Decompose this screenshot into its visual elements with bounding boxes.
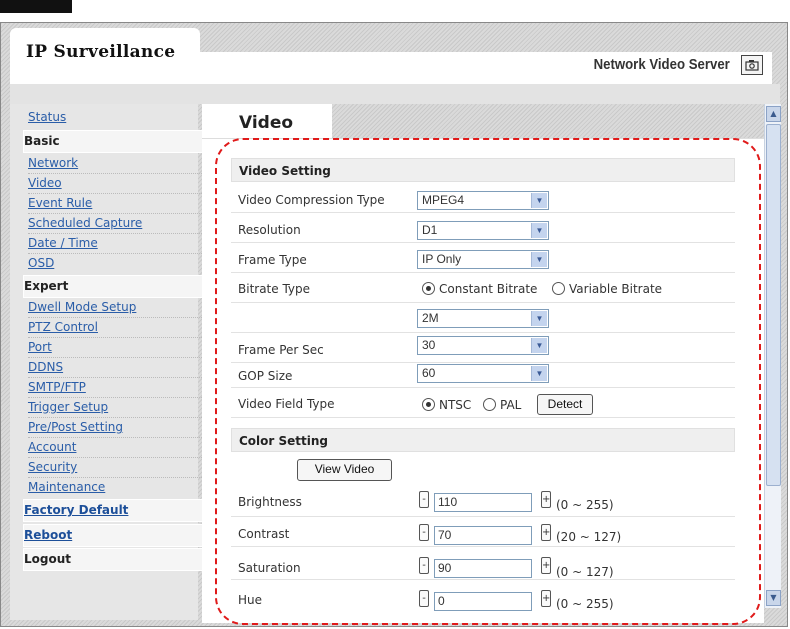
sidebar-item-ddns[interactable]: DDNS	[28, 358, 204, 378]
sidebar-item-logout[interactable]: Logout	[23, 548, 206, 571]
compression-label: Video Compression Type	[238, 193, 385, 207]
saturation-plus-button[interactable]: +	[541, 557, 551, 574]
sidebar-item-account[interactable]: Account	[28, 438, 204, 458]
field-pal-label: PAL	[500, 398, 522, 412]
contrast-plus-button[interactable]: +	[541, 524, 551, 541]
app-title: IP Surveillance	[26, 42, 176, 62]
top-black-bar	[0, 0, 72, 13]
sidebar-item-event-rule[interactable]: Event Rule	[28, 194, 204, 214]
gop-value: 60	[422, 366, 436, 380]
bitrate-select[interactable]: 2M ▼	[417, 309, 549, 328]
compression-select[interactable]: MPEG4 ▼	[417, 191, 549, 210]
bitrate-value: 2M	[422, 311, 439, 325]
chevron-down-icon: ▼	[531, 338, 547, 353]
sidebar-item-date-time[interactable]: Date / Time	[28, 234, 204, 254]
view-video-button[interactable]: View Video	[297, 459, 392, 481]
bitrate-variable-label: Variable Bitrate	[569, 282, 663, 296]
scroll-up-icon[interactable]: ▲	[766, 106, 781, 122]
field-ntsc-label: NTSC	[439, 398, 472, 412]
chevron-down-icon: ▼	[531, 252, 547, 267]
sidebar-item-osd[interactable]: OSD	[28, 254, 204, 273]
sidebar-item-dwell-mode[interactable]: Dwell Mode Setup	[28, 298, 204, 318]
frame-type-value: IP Only	[422, 252, 462, 266]
scrollbar-thumb[interactable]	[766, 124, 781, 486]
brightness-plus-button[interactable]: +	[541, 491, 551, 508]
radio-constant[interactable]	[422, 282, 435, 295]
field-ntsc-option[interactable]: NTSC	[422, 398, 471, 412]
bitrate-type-label: Bitrate Type	[238, 282, 311, 296]
vertical-scrollbar[interactable]: ▲ ▼	[764, 104, 781, 608]
scroll-down-icon[interactable]: ▼	[766, 590, 781, 606]
bitrate-constant-option[interactable]: Constant Bitrate	[422, 282, 537, 296]
saturation-label: Saturation	[238, 561, 301, 575]
radio-ntsc[interactable]	[422, 398, 435, 411]
chevron-down-icon: ▼	[531, 366, 547, 381]
chevron-down-icon: ▼	[531, 311, 547, 326]
camera-icon[interactable]	[741, 55, 763, 75]
sidebar-item-reboot[interactable]: Reboot	[23, 524, 206, 547]
sidebar: Status Basic Network Video Event Rule Sc…	[10, 104, 206, 620]
sidebar-item-maintenance[interactable]: Maintenance	[28, 478, 204, 497]
hue-label: Hue	[238, 593, 263, 607]
saturation-minus-button[interactable]: -	[419, 557, 429, 574]
saturation-range: (0 ~ 127)	[556, 565, 614, 579]
hue-minus-button[interactable]: -	[419, 590, 429, 607]
brightness-range: (0 ~ 255)	[556, 498, 614, 512]
camera-icon-glyph	[745, 60, 759, 71]
chevron-down-icon: ▼	[531, 223, 547, 238]
sidebar-item-ptz-control[interactable]: PTZ Control	[28, 318, 204, 338]
radio-pal[interactable]	[483, 398, 496, 411]
resolution-select[interactable]: D1 ▼	[417, 221, 549, 240]
compression-value: MPEG4	[422, 193, 465, 207]
hue-input[interactable]: 0	[434, 592, 532, 611]
sidebar-header-basic: Basic	[23, 130, 206, 153]
sidebar-header-expert: Expert	[23, 275, 206, 298]
brightness-input[interactable]: 110	[434, 493, 532, 512]
radio-variable[interactable]	[552, 282, 565, 295]
sidebar-item-security[interactable]: Security	[28, 458, 204, 478]
hue-plus-button[interactable]: +	[541, 590, 551, 607]
sidebar-item-network[interactable]: Network	[28, 154, 204, 174]
fps-label: Frame Per Sec	[238, 343, 324, 357]
contrast-minus-button[interactable]: -	[419, 524, 429, 541]
contrast-range: (20 ~ 127)	[556, 530, 622, 544]
sidebar-item-trigger-setup[interactable]: Trigger Setup	[28, 398, 204, 418]
contrast-input[interactable]: 70	[434, 526, 532, 545]
resolution-value: D1	[422, 223, 438, 237]
gop-label: GOP Size	[238, 369, 293, 383]
header-divider	[10, 84, 780, 104]
resolution-label: Resolution	[238, 223, 301, 237]
sidebar-item-factory-default[interactable]: Factory Default	[23, 499, 206, 522]
fps-value: 30	[422, 338, 436, 352]
sidebar-item-pre-post-setting[interactable]: Pre/Post Setting	[28, 418, 204, 438]
frame-type-label: Frame Type	[238, 253, 307, 267]
saturation-input[interactable]: 90	[434, 559, 532, 578]
brightness-minus-button[interactable]: -	[419, 491, 429, 508]
page-title: Video	[239, 113, 294, 133]
hue-range: (0 ~ 255)	[556, 597, 614, 611]
field-pal-option[interactable]: PAL	[483, 398, 521, 412]
fps-select[interactable]: 30 ▼	[417, 336, 549, 355]
product-name: Network Video Server	[593, 56, 730, 73]
field-type-label: Video Field Type	[238, 397, 335, 411]
contrast-label: Contrast	[238, 527, 290, 541]
video-setting-header: Video Setting	[231, 158, 735, 182]
detect-button[interactable]: Detect	[537, 394, 593, 415]
sidebar-item-scheduled-capture[interactable]: Scheduled Capture	[28, 214, 204, 234]
bitrate-constant-label: Constant Bitrate	[439, 282, 538, 296]
color-setting-header: Color Setting	[231, 428, 735, 452]
brightness-label: Brightness	[238, 495, 302, 509]
bitrate-variable-option[interactable]: Variable Bitrate	[552, 282, 662, 296]
sidebar-item-video[interactable]: Video	[28, 174, 204, 194]
sidebar-item-status[interactable]: Status	[28, 108, 204, 127]
gop-select[interactable]: 60 ▼	[417, 364, 549, 383]
frame-type-select[interactable]: IP Only ▼	[417, 250, 549, 269]
sidebar-item-port[interactable]: Port	[28, 338, 204, 358]
sidebar-item-smtp-ftp[interactable]: SMTP/FTP	[28, 378, 204, 398]
chevron-down-icon: ▼	[531, 193, 547, 208]
